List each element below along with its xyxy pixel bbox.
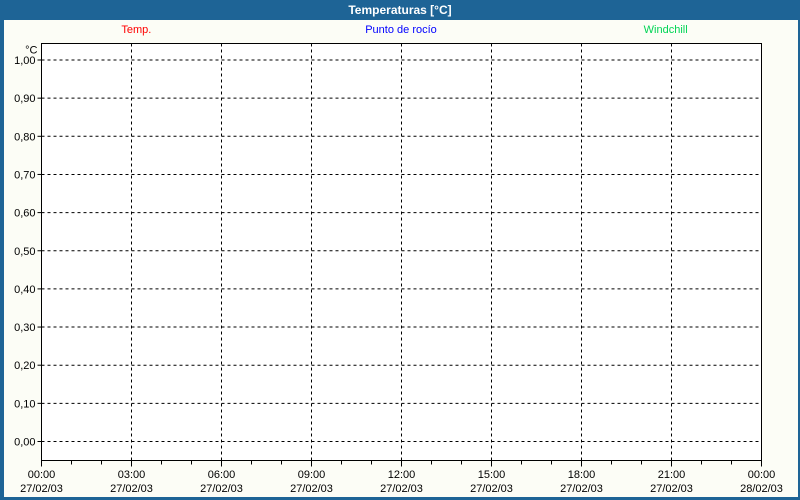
y-tick-label: 0,40: [14, 284, 35, 296]
x-tick-date: 27/02/03: [20, 483, 63, 495]
y-tick-label: 0,50: [14, 246, 35, 258]
x-tick-date: 27/02/03: [380, 483, 423, 495]
x-tick-time: 06:00: [208, 469, 236, 481]
x-tick-time: 03:00: [118, 469, 146, 481]
x-tick-date: 27/02/03: [470, 483, 513, 495]
legend-item-temp: Temp.: [121, 23, 152, 36]
y-tick-label: 0,30: [14, 322, 35, 334]
y-tick-label: 0,70: [14, 169, 35, 181]
y-tick-label: 0,00: [14, 437, 35, 449]
x-tick-time: 09:00: [298, 469, 326, 481]
window-title: Temperaturas [°C]: [348, 3, 452, 17]
x-tick-time: 12:00: [388, 469, 416, 481]
x-tick-date: 27/02/03: [560, 483, 603, 495]
temperature-chart: 1,00 0,90 0,80 0,70 0,60 0,50 0,40 0,30 0,20 0,10…: [14, 43, 783, 495]
legend-item-dew-point: Punto de rocío: [365, 23, 437, 36]
y-tick-label: 0,90: [14, 93, 35, 105]
x-tick-date: 28/02/03: [740, 483, 783, 495]
y-tick-label: 0,60: [14, 208, 35, 220]
x-tick-time: 00:00: [28, 469, 56, 481]
y-tick-label: 0,20: [14, 360, 35, 372]
y-tick-label: 1,00: [14, 55, 35, 67]
y-tick-label: 0,10: [14, 398, 35, 410]
x-tick-date: 27/02/03: [650, 483, 693, 495]
y-tick-label: 0,80: [14, 131, 35, 143]
chart-legend: Temp. Punto de rocío Windchill: [4, 21, 798, 38]
window-border-left: [0, 20, 4, 500]
x-tick-time: 15:00: [478, 469, 506, 481]
legend-item-windchill: Windchill: [643, 23, 688, 36]
x-tick-date: 27/02/03: [110, 483, 153, 495]
y-axis-unit: °C: [25, 45, 37, 57]
x-tick-time: 21:00: [658, 469, 686, 481]
app-window: 1,00 0,90 0,80 0,70 0,60 0,50 0,40 0,30 0,20 0,10…: [0, 0, 800, 500]
x-tick-date: 27/02/03: [290, 483, 333, 495]
x-tick-date: 27/02/03: [200, 483, 243, 495]
title-bar: Temperaturas [°C]: [0, 0, 800, 20]
x-tick-time: 00:00: [748, 469, 776, 481]
x-tick-time: 18:00: [568, 469, 596, 481]
